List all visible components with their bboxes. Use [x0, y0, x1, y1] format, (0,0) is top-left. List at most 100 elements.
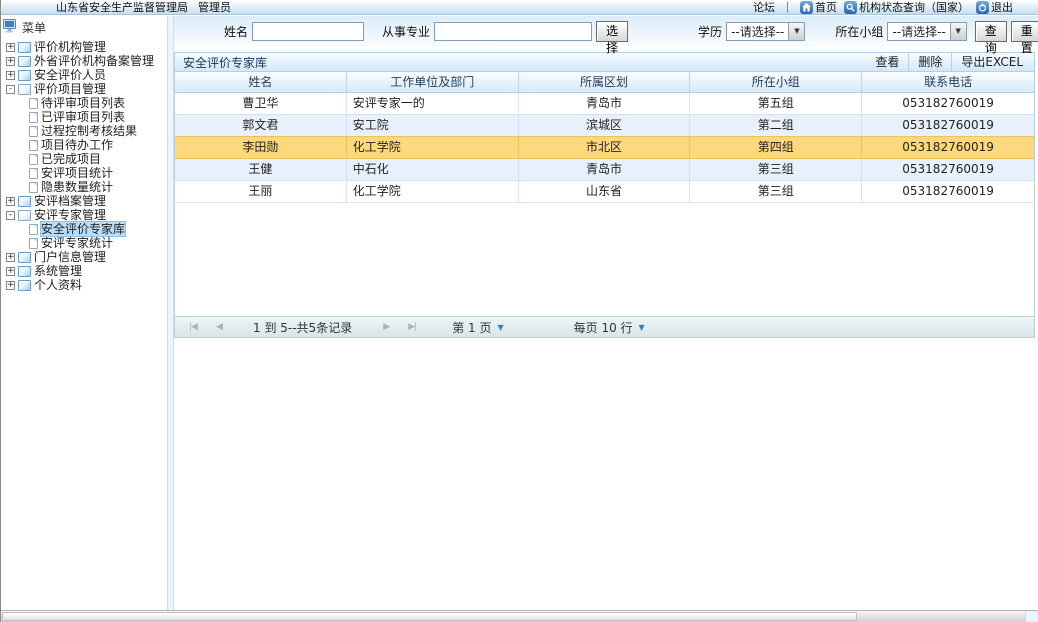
top-bar-left: 山东省安全生产监督管理局 管理员 [1, 0, 231, 15]
document-icon [29, 126, 38, 137]
scrollbar-thumb[interactable] [2, 612, 857, 621]
folder-icon [18, 252, 31, 263]
column-header-group[interactable]: 所在小组 [690, 72, 862, 92]
panel-actions: 查看 删除 导出EXCEL [866, 53, 1032, 71]
profession-label: 从事专业 [382, 23, 430, 40]
reset-button[interactable]: 重置 [1011, 21, 1038, 42]
sidebar-item-evaluation-project-management[interactable]: 评价项目管理 [3, 82, 167, 96]
scrollbar-corner [1025, 611, 1038, 622]
collapse-icon[interactable] [6, 211, 15, 220]
main-content: 姓名 从事专业 选择 学历 --请选择-- ▼ 所在小组 --请选择-- ▼ 查… [174, 16, 1038, 610]
sidebar-item-safety-evaluators[interactable]: 安全评价人员 [3, 68, 167, 82]
search-icon [844, 1, 857, 14]
top-bar-links: 论坛 ｜ 首页 机构状态查询（国家） 退出 [753, 0, 1038, 15]
sidebar: 菜单 评价机构管理 外省评价机构备案管理 安全评价人员 评价项目管理 [1, 16, 167, 610]
education-select[interactable]: --请选择-- ▼ [726, 22, 805, 41]
home-link[interactable]: 首页 [800, 0, 837, 15]
expand-icon[interactable] [6, 71, 15, 80]
document-icon [29, 98, 38, 109]
horizontal-scrollbar[interactable] [1, 610, 1038, 622]
column-header-region[interactable]: 所属区划 [519, 72, 691, 92]
select-button[interactable]: 选择 [596, 21, 628, 42]
sidebar-item-external-org-registration[interactable]: 外省评价机构备案管理 [3, 54, 167, 68]
table-row[interactable]: 郭文君 安工院 滨城区 第二组 053182760019 [175, 115, 1034, 137]
name-input[interactable] [252, 22, 364, 41]
org-status-query-link[interactable]: 机构状态查询（国家） [844, 0, 969, 15]
column-header-phone[interactable]: 联系电话 [862, 72, 1034, 92]
sidebar-item-hazard-statistics[interactable]: 隐患数量统计 [3, 180, 167, 194]
chevron-down-icon: ▼ [497, 323, 503, 332]
group-label: 所在小组 [835, 23, 883, 40]
chevron-down-icon: ▼ [950, 23, 966, 40]
sidebar-header-label: 菜单 [22, 19, 46, 36]
sidebar-item-expert-statistics[interactable]: 安评专家统计 [3, 236, 167, 250]
expand-icon[interactable] [6, 253, 15, 262]
page-number-select[interactable]: 第 1 页 ▼ [452, 319, 503, 336]
sidebar-item-reviewed-projects[interactable]: 已评审项目列表 [3, 110, 167, 124]
sidebar-item-system-management[interactable]: 系统管理 [3, 264, 167, 278]
table-row[interactable]: 曹卫华 安评专家一的 青岛市 第五组 053182760019 [175, 93, 1034, 115]
sidebar-item-personal-profile[interactable]: 个人资料 [3, 278, 167, 292]
expand-icon[interactable] [6, 57, 15, 66]
next-page-button[interactable]: ▶ [378, 322, 394, 332]
app-title: 山东省安全生产监督管理局 [56, 0, 188, 15]
previous-page-button[interactable]: ◀ [211, 322, 227, 332]
document-icon [29, 154, 38, 165]
sidebar-item-pending-review-projects[interactable]: 待评审项目列表 [3, 96, 167, 110]
table-row-selected[interactable]: 李田勋 化工学院 市北区 第四组 053182760019 [175, 136, 1034, 159]
sidebar-item-portal-info-management[interactable]: 门户信息管理 [3, 250, 167, 264]
collapse-icon[interactable] [6, 85, 15, 94]
sidebar-item-expert-management[interactable]: 安评专家管理 [3, 208, 167, 222]
profession-input[interactable] [434, 22, 592, 41]
top-bar: 山东省安全生产监督管理局 管理员 论坛 ｜ 首页 机构状态查询（国家） [1, 0, 1038, 15]
document-icon [29, 238, 38, 249]
table-row[interactable]: 王健 中石化 青岛市 第三组 053182760019 [175, 159, 1034, 181]
name-label: 姓名 [224, 23, 248, 40]
sidebar-item-archive-management[interactable]: 安评档案管理 [3, 194, 167, 208]
expert-table: 姓名 工作单位及部门 所属区划 所在小组 联系电话 曹卫华 安评专家一的 青岛市… [174, 72, 1035, 338]
education-label: 学历 [698, 23, 722, 40]
logout-link[interactable]: 退出 [976, 0, 1013, 15]
current-user: 管理员 [198, 0, 231, 15]
folder-icon [18, 196, 31, 207]
view-button[interactable]: 查看 [866, 53, 908, 71]
first-page-button[interactable]: |◀ [185, 322, 201, 332]
pagination-bar: |◀ ◀ 1 到 5--共5条记录 ▶ ▶| 第 1 页 ▼ 每页 10 行 ▼ [175, 316, 1034, 337]
sidebar-splitter[interactable] [167, 16, 174, 610]
expand-icon[interactable] [6, 43, 15, 52]
column-header-work-unit[interactable]: 工作单位及部门 [347, 72, 519, 92]
table-row[interactable]: 王丽 化工学院 山东省 第三组 053182760019 [175, 181, 1034, 203]
expand-icon[interactable] [6, 267, 15, 276]
export-excel-button[interactable]: 导出EXCEL [951, 53, 1032, 71]
sidebar-item-completed-projects[interactable]: 已完成项目 [3, 152, 167, 166]
sidebar-item-evaluation-org-management[interactable]: 评价机构管理 [3, 40, 167, 54]
panel-title-bar: 安全评价专家库 查看 删除 导出EXCEL [174, 52, 1035, 72]
selected-tree-item-label: 安全评价专家库 [41, 222, 125, 236]
last-page-button[interactable]: ▶| [404, 322, 420, 332]
sidebar-item-project-todo[interactable]: 项目待办工作 [3, 138, 167, 152]
sidebar-item-process-control-results[interactable]: 过程控制考核结果 [3, 124, 167, 138]
group-select[interactable]: --请选择-- ▼ [887, 22, 966, 41]
power-icon [976, 1, 989, 14]
panel-title: 安全评价专家库 [183, 54, 267, 71]
document-icon [29, 168, 38, 179]
computer-icon [3, 19, 19, 36]
sidebar-item-project-statistics[interactable]: 安评项目统计 [3, 166, 167, 180]
link-separator: ｜ [782, 0, 793, 15]
expand-icon[interactable] [6, 281, 15, 290]
query-button[interactable]: 查询 [975, 21, 1007, 42]
expand-icon[interactable] [6, 197, 15, 206]
sidebar-item-expert-database[interactable]: 安全评价专家库 [3, 222, 167, 236]
column-header-name[interactable]: 姓名 [175, 72, 347, 92]
folder-icon [18, 42, 31, 53]
home-icon [800, 1, 813, 14]
forum-link[interactable]: 论坛 [753, 0, 775, 15]
folder-icon [18, 70, 31, 81]
document-icon [29, 182, 38, 193]
page-size-select[interactable]: 每页 10 行 ▼ [574, 319, 645, 336]
chevron-down-icon: ▼ [788, 23, 804, 40]
open-folder-icon [18, 84, 31, 95]
records-count: 1 到 5--共5条记录 [253, 319, 352, 336]
delete-button[interactable]: 删除 [908, 53, 951, 71]
document-icon [29, 140, 38, 151]
